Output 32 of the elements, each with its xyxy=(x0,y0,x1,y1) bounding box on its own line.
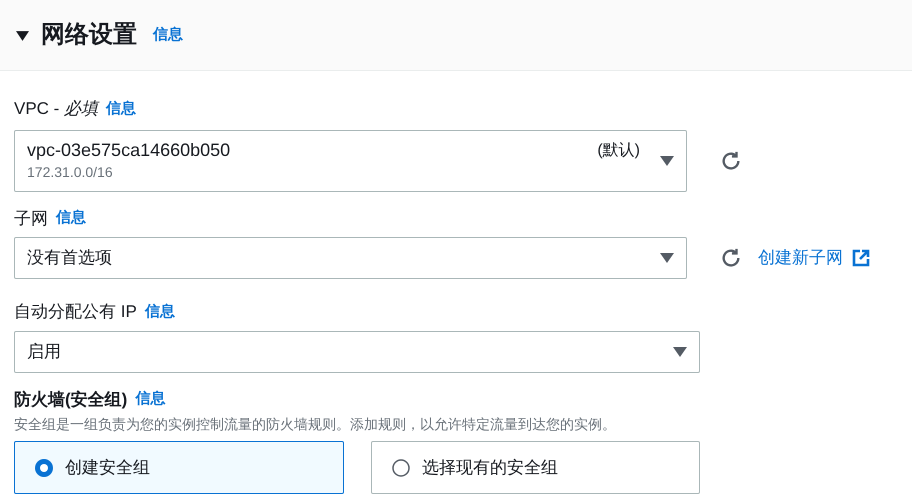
field-label: 防火墙(安全组) xyxy=(14,388,128,410)
select-value: 启用 xyxy=(27,340,62,363)
field-description: 安全组是一组负责为您的实例控制流量的防火墙规则。添加规则，以允许特定流量到达您的实例。 xyxy=(14,415,617,434)
dropdown-caret-icon xyxy=(660,253,674,263)
refresh-icon[interactable] xyxy=(720,247,742,269)
radio-option[interactable]: 选择现有的安全组 xyxy=(371,441,700,494)
info-link[interactable]: 信息 xyxy=(144,300,175,323)
select-value: 没有首选项 xyxy=(27,247,113,270)
external-link-icon xyxy=(851,248,871,268)
info-link[interactable]: 信息 xyxy=(153,24,183,46)
dropdown-caret-icon xyxy=(660,156,674,166)
radio-icon xyxy=(392,458,410,476)
radio-icon xyxy=(35,458,53,476)
dropdown-caret-icon xyxy=(673,346,687,356)
create-subnet-link[interactable]: 创建新子网 xyxy=(758,245,843,271)
field-label: 自动分配公有 IP xyxy=(14,301,137,323)
default-tag: (默认) xyxy=(597,138,640,162)
info-link[interactable]: 信息 xyxy=(106,98,136,120)
vpc-id: vpc-03e575ca14660b050 xyxy=(27,139,232,162)
subnet-select[interactable]: 没有首选项 xyxy=(14,237,687,279)
info-link[interactable]: 信息 xyxy=(135,388,166,410)
info-link[interactable]: 信息 xyxy=(56,207,86,230)
vpc-cidr: 172.31.0.0/16 xyxy=(27,163,114,182)
auto-ip-select[interactable]: 启用 xyxy=(14,330,700,372)
refresh-icon[interactable] xyxy=(720,150,742,172)
section-title: 网络设置 xyxy=(41,20,137,50)
vpc-select[interactable]: vpc-03e575ca14660b050 172.31.0.0/16 (默认) xyxy=(14,130,687,192)
expand-caret-icon xyxy=(16,28,29,42)
radio-option[interactable]: 创建安全组 xyxy=(14,441,344,494)
field-label: VPC - 必填 xyxy=(14,98,98,120)
field-label: 子网 xyxy=(14,208,48,230)
collapse-toggle[interactable] xyxy=(16,28,29,42)
